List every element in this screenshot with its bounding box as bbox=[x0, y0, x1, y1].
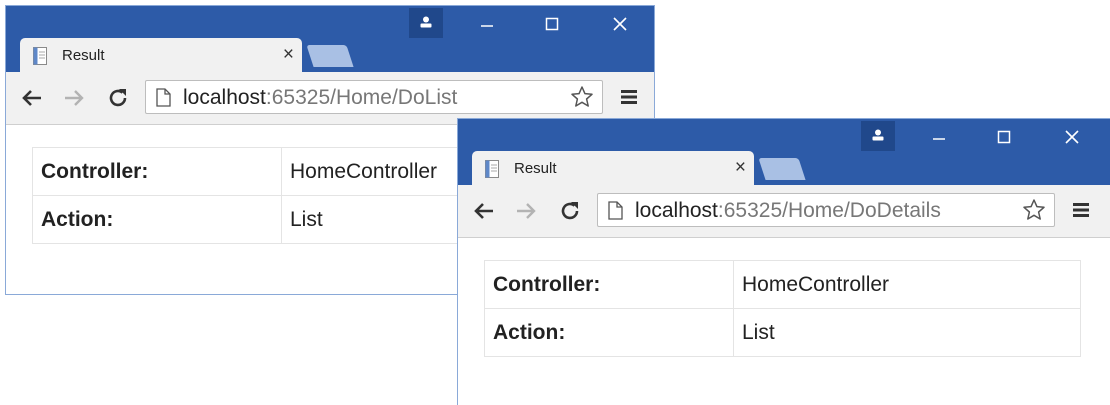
minimize-button[interactable] bbox=[919, 123, 959, 151]
reload-icon bbox=[561, 202, 579, 220]
star-icon[interactable] bbox=[570, 85, 594, 109]
action-label: Action: bbox=[32, 195, 282, 244]
close-button[interactable] bbox=[1052, 123, 1092, 151]
tab-result[interactable]: Result × bbox=[472, 151, 754, 187]
maximize-icon bbox=[997, 130, 1011, 144]
maximize-button[interactable] bbox=[532, 10, 572, 38]
back-button[interactable] bbox=[472, 199, 498, 223]
star-icon[interactable] bbox=[1022, 198, 1046, 222]
controller-label: Controller: bbox=[32, 147, 282, 196]
address-bar[interactable]: localhost:65325/Home/DoDetails bbox=[597, 193, 1055, 227]
tab-title: Result bbox=[514, 160, 557, 177]
tab-result[interactable]: Result × bbox=[20, 38, 302, 74]
browser-toolbar: localhost:65325/Home/DoDetails bbox=[458, 185, 1110, 238]
profile-button[interactable] bbox=[409, 8, 443, 38]
url-path: :65325/Home/DoDetails bbox=[717, 199, 941, 222]
forward-button[interactable] bbox=[62, 86, 88, 110]
browser-window-details: Result × localhost:65325/Home/DoDetails … bbox=[457, 118, 1110, 405]
page-content: Controller: HomeController Action: List bbox=[458, 238, 1110, 405]
url-host: localhost bbox=[183, 86, 266, 109]
controller-label: Controller: bbox=[484, 260, 734, 309]
info-table: Controller: HomeController Action: List bbox=[484, 260, 1081, 357]
forward-button[interactable] bbox=[514, 199, 540, 223]
close-icon bbox=[613, 17, 627, 31]
reload-button[interactable] bbox=[558, 199, 584, 223]
arrow-left-icon bbox=[22, 90, 41, 106]
action-label: Action: bbox=[484, 308, 734, 357]
minimize-icon bbox=[933, 138, 945, 140]
new-tab-button[interactable] bbox=[306, 45, 354, 67]
tab-title: Result bbox=[62, 47, 105, 64]
arrow-right-icon bbox=[65, 90, 84, 106]
hamburger-menu-icon bbox=[1073, 203, 1089, 217]
menu-button[interactable] bbox=[620, 88, 638, 111]
title-bar: Result × bbox=[6, 6, 654, 74]
close-icon bbox=[1065, 130, 1079, 144]
close-button[interactable] bbox=[600, 10, 640, 38]
reload-button[interactable] bbox=[106, 86, 132, 110]
action-value: List bbox=[733, 308, 1081, 357]
back-button[interactable] bbox=[20, 86, 46, 110]
profile-icon bbox=[872, 129, 884, 141]
address-bar[interactable]: localhost:65325/Home/DoList bbox=[145, 80, 603, 114]
profile-button[interactable] bbox=[861, 121, 895, 151]
tab-close-icon[interactable]: × bbox=[283, 45, 294, 64]
maximize-icon bbox=[545, 17, 559, 31]
url-text: localhost:65325/Home/DoDetails bbox=[635, 199, 941, 223]
profile-icon bbox=[420, 16, 432, 28]
url-path: :65325/Home/DoList bbox=[265, 86, 458, 109]
table-row: Controller: HomeController bbox=[484, 260, 1081, 309]
page-icon bbox=[608, 201, 623, 220]
page-favicon-icon bbox=[485, 160, 499, 178]
new-tab-button[interactable] bbox=[758, 158, 806, 180]
url-text: localhost:65325/Home/DoList bbox=[183, 86, 457, 110]
url-host: localhost bbox=[635, 199, 718, 222]
maximize-button[interactable] bbox=[984, 123, 1024, 151]
hamburger-menu-icon bbox=[621, 90, 637, 104]
menu-button[interactable] bbox=[1072, 201, 1090, 224]
tab-close-icon[interactable]: × bbox=[735, 158, 746, 177]
arrow-left-icon bbox=[474, 203, 493, 219]
minimize-icon bbox=[481, 25, 493, 27]
page-favicon-icon bbox=[33, 47, 47, 65]
minimize-button[interactable] bbox=[467, 10, 507, 38]
controller-value: HomeController bbox=[733, 260, 1081, 309]
arrow-right-icon bbox=[517, 203, 536, 219]
title-bar: Result × bbox=[458, 119, 1110, 187]
page-icon bbox=[156, 88, 171, 107]
table-row: Action: List bbox=[484, 308, 1081, 357]
reload-icon bbox=[109, 89, 127, 107]
